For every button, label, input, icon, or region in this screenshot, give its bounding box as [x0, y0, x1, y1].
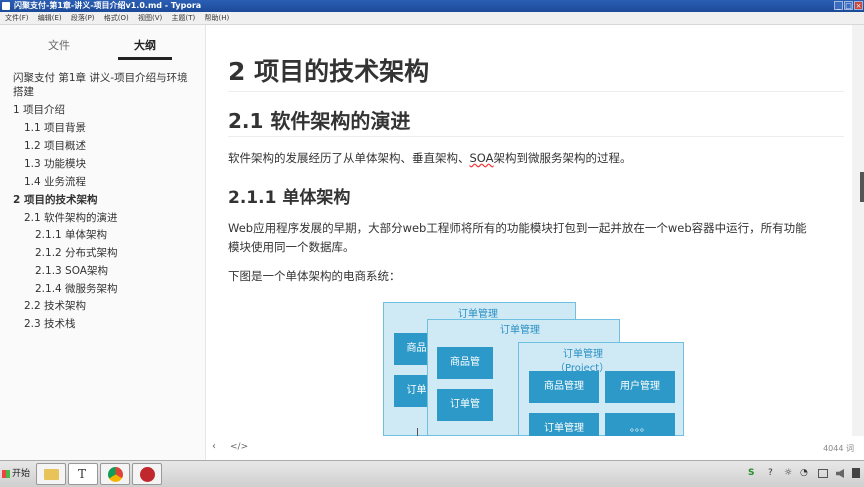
diagram-box-front: 订单管理 （Project） 商品管理 用户管理 订单管理 。。。 — [518, 342, 684, 436]
diagram-module: 订单管理 — [529, 413, 599, 436]
tab-files[interactable]: 文件 — [48, 37, 70, 53]
close-button[interactable]: × — [854, 1, 863, 10]
source-mode-button[interactable]: </> — [230, 442, 248, 452]
diagram-module: 。。。 — [605, 413, 675, 436]
menubar: 文件(F) 编辑(E) 段落(P) 格式(O) 视图(V) 主题(T) 帮助(H… — [0, 12, 864, 25]
start-button[interactable]: 开始 — [2, 465, 32, 483]
tab-outline[interactable]: 大纲 — [134, 37, 156, 53]
menu-file[interactable]: 文件(F) — [5, 14, 29, 22]
tray-network-icon[interactable] — [818, 469, 828, 478]
maximize-button[interactable]: □ — [844, 1, 853, 10]
outline-item-active[interactable]: 2 项目的技术架构 — [13, 192, 97, 207]
outline-item[interactable]: 2.2 技术架构 — [24, 298, 86, 313]
paragraph-2-line-1: Web应用程序发展的早期，大部分web工程师将所有的功能模块打包到一起并放在一个… — [228, 221, 807, 235]
minimize-button[interactable]: _ — [834, 1, 843, 10]
taskbar-explorer[interactable] — [36, 463, 66, 485]
paragraph-1: 软件架构的发展经历了从单体架构、垂直架构、SOA架构到微服务架构的过程。 — [228, 151, 632, 165]
window-title: 闪聚支付-第1章-讲义-项目介绍v1.0.md - Typora — [14, 1, 202, 10]
outline-item[interactable]: 1.1 项目背景 — [24, 120, 86, 135]
diagram-module: 商品管理 — [529, 371, 599, 403]
outline-item[interactable]: 闪聚支付 第1章 讲义-项目介绍与环境 — [13, 70, 188, 85]
monolith-architecture-diagram: 订单管理 商品 订单 订单管理 商品管 订单管 订单管理 （Project） 商… — [381, 300, 691, 436]
menu-view[interactable]: 视图(V) — [138, 14, 162, 22]
folder-icon — [44, 469, 59, 480]
heading-3: 2.1.1 单体架构 — [228, 188, 351, 208]
tray-help-icon[interactable]: ? — [768, 468, 773, 478]
editor-content[interactable]: 2 项目的技术架构 2.1 软件架构的演进 软件架构的发展经历了从单体架构、垂直… — [206, 25, 852, 436]
outline-item[interactable]: 搭建 — [13, 84, 34, 99]
heading-2: 2.1 软件架构的演进 — [228, 109, 411, 133]
sidebar: 文件 大纲 闪聚支付 第1章 讲义-项目介绍与环境 搭建 1 项目介绍 1.1 … — [0, 25, 206, 460]
spellcheck-word: SOA — [469, 151, 494, 165]
tray-clock-icon[interactable]: ◔ — [800, 468, 808, 478]
taskbar: 开始 T S ? ☼ ◔ — [0, 460, 864, 487]
status-bar: ‹ </> 4044 词 — [206, 436, 864, 460]
toggle-sidebar-button[interactable]: ‹ — [212, 441, 216, 452]
diagram-connector — [417, 428, 418, 436]
tray-flag-icon[interactable] — [852, 468, 860, 478]
typora-app-icon — [2, 2, 10, 10]
paragraph-3: 下图是一个单体架构的电商系统： — [228, 269, 401, 283]
typora-icon: T — [78, 467, 87, 481]
menu-format[interactable]: 格式(O) — [104, 14, 129, 22]
menu-help[interactable]: 帮助(H) — [204, 14, 229, 22]
tray-volume-icon[interactable] — [836, 469, 844, 478]
taskbar-typora[interactable]: T — [68, 463, 98, 485]
active-tab-indicator — [118, 57, 172, 60]
heading-1: 2 项目的技术架构 — [228, 57, 430, 86]
chrome-icon — [108, 467, 123, 482]
menu-theme[interactable]: 主题(T) — [172, 14, 196, 22]
taskbar-chrome[interactable] — [100, 463, 130, 485]
outline-item[interactable]: 2.3 技术栈 — [24, 316, 76, 331]
outline-item[interactable]: 1 项目介绍 — [13, 102, 65, 117]
diagram-module: 用户管理 — [605, 371, 675, 403]
heading-divider — [228, 91, 844, 92]
outline-item[interactable]: 1.2 项目概述 — [24, 138, 86, 153]
word-count[interactable]: 4044 词 — [823, 443, 854, 454]
editor-scrollbar[interactable] — [852, 25, 864, 436]
heading-divider — [228, 136, 844, 137]
taskbar-app[interactable] — [132, 463, 162, 485]
outline-item[interactable]: 2.1.4 微服务架构 — [35, 281, 118, 296]
outline-item[interactable]: 2.1.3 SOA架构 — [35, 263, 108, 278]
scrollbar-thumb[interactable] — [860, 172, 864, 202]
menu-paragraph[interactable]: 段落(P) — [71, 14, 95, 22]
outline-item[interactable]: 1.4 业务流程 — [24, 174, 86, 189]
window-titlebar: 闪聚支付-第1章-讲义-项目介绍v1.0.md - Typora _ □ × — [0, 0, 864, 12]
paragraph-2-line-2: 模块使用同一个数据库。 — [228, 240, 355, 254]
record-icon — [140, 467, 155, 482]
tray-settings-icon[interactable]: ☼ — [784, 468, 792, 478]
outline-item[interactable]: 1.3 功能模块 — [24, 156, 86, 171]
outline-item[interactable]: 2.1.2 分布式架构 — [35, 245, 118, 260]
menu-edit[interactable]: 编辑(E) — [38, 14, 62, 22]
sidebar-tabs: 文件 大纲 — [0, 25, 205, 65]
outline-item[interactable]: 2.1.1 单体架构 — [35, 227, 107, 242]
tray-sogou-icon[interactable]: S — [748, 468, 754, 478]
outline-item[interactable]: 2.1 软件架构的演进 — [24, 210, 118, 225]
windows-logo-icon — [2, 469, 10, 478]
